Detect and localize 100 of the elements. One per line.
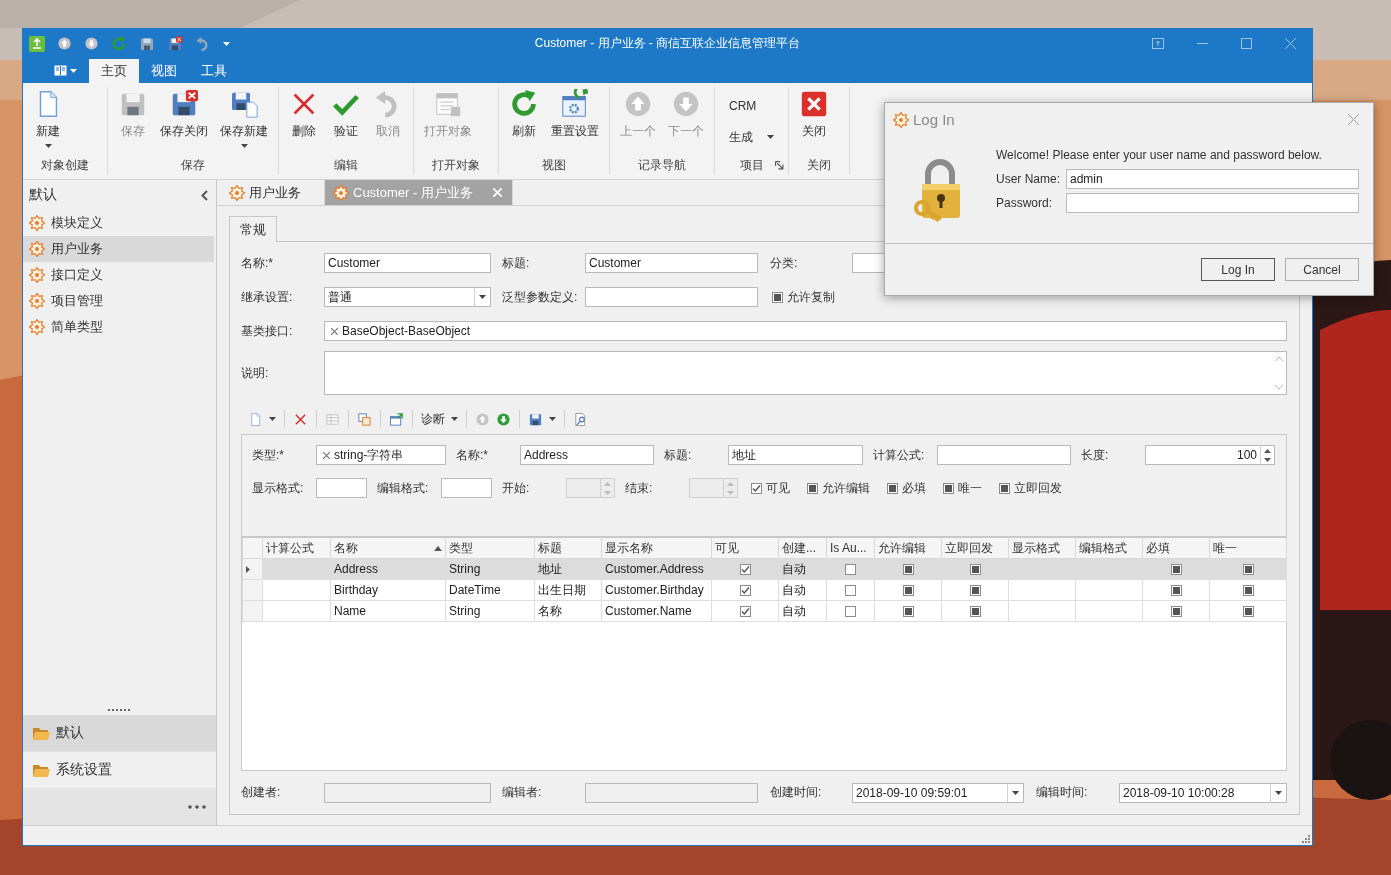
ribbon-button[interactable]: 生成 — [725, 126, 778, 148]
toolbar-button[interactable] — [389, 411, 404, 427]
checkbox[interactable] — [845, 605, 856, 617]
ribbon-button[interactable]: 刷新 — [503, 87, 545, 157]
checkbox[interactable] — [751, 482, 762, 494]
column-header[interactable]: 名称 — [330, 537, 446, 559]
ribbon-button[interactable]: 重置设置 — [545, 87, 605, 157]
column-header[interactable]: 允许编辑 — [874, 537, 942, 559]
checkbox[interactable] — [999, 482, 1010, 494]
base-interface-field[interactable]: BaseObject-BaseObject — [324, 321, 1287, 341]
text-field[interactable] — [585, 287, 758, 307]
ribbon-button[interactable]: CRM — [725, 96, 778, 115]
sidebar-item[interactable]: 模块定义 — [23, 210, 214, 236]
checkbox[interactable] — [902, 584, 914, 596]
spin-up-icon[interactable] — [1264, 448, 1271, 453]
column-header[interactable]: 必填 — [1142, 537, 1210, 559]
checkbox[interactable] — [845, 563, 856, 575]
ribbon-button[interactable]: 验证 — [325, 87, 367, 157]
collapse-icon[interactable] — [201, 189, 208, 201]
column-header[interactable]: 可见 — [711, 537, 779, 559]
sidebar-item[interactable]: 简单类型 — [23, 314, 214, 340]
checkbox[interactable] — [887, 482, 898, 494]
close-icon[interactable] — [1348, 114, 1359, 125]
caret-icon[interactable] — [223, 41, 230, 46]
checkbox[interactable] — [739, 563, 751, 575]
checkbox[interactable] — [902, 605, 914, 617]
checkbox[interactable] — [1242, 563, 1254, 575]
column-header[interactable]: 创建... — [778, 537, 827, 559]
caret-icon[interactable] — [1275, 790, 1282, 795]
checkbox[interactable] — [739, 584, 751, 596]
remove-icon[interactable] — [331, 327, 338, 335]
more-icon[interactable] — [188, 805, 206, 809]
caret-icon[interactable] — [1012, 790, 1019, 795]
dialog-button[interactable]: Log In — [1201, 258, 1275, 281]
checkbox[interactable] — [1170, 605, 1182, 617]
row-selector[interactable] — [242, 558, 263, 580]
dialog-button[interactable]: Cancel — [1285, 258, 1359, 281]
page-tab[interactable]: 常规 — [229, 216, 277, 242]
ribbon-button[interactable]: 关闭 — [793, 87, 835, 157]
navigation-group[interactable]: 默认 — [23, 715, 216, 752]
ribbon-tab[interactable]: 工具 — [189, 59, 239, 83]
dropdown-field[interactable]: 普通 — [324, 287, 491, 307]
checkbox[interactable] — [807, 482, 818, 494]
number-field[interactable]: 100 — [1145, 445, 1275, 465]
ribbon-tab[interactable]: 主页 — [89, 59, 139, 83]
caret-icon[interactable] — [44, 144, 52, 148]
caret-icon[interactable] — [479, 295, 486, 299]
checkbox[interactable] — [772, 291, 783, 303]
checkbox[interactable] — [845, 584, 856, 596]
ribbon-button[interactable]: 保存新建 — [214, 87, 274, 157]
checkbox[interactable] — [969, 584, 981, 596]
type-field[interactable]: string-字符串 — [316, 445, 446, 465]
caret-icon[interactable] — [240, 144, 248, 148]
column-header[interactable]: Is Au... — [826, 537, 875, 559]
text-field[interactable]: 地址 — [728, 445, 863, 465]
text-field[interactable] — [937, 445, 1071, 465]
resize-grip-icon[interactable] — [1302, 835, 1310, 843]
minimize-icon[interactable] — [1197, 42, 1208, 45]
checkbox[interactable] — [1170, 584, 1182, 596]
checkbox[interactable] — [969, 605, 981, 617]
checkbox[interactable] — [739, 605, 751, 617]
text-field[interactable]: admin — [1066, 169, 1359, 189]
checkbox[interactable] — [969, 563, 981, 575]
sidebar-item[interactable]: 用户业务 — [23, 236, 214, 262]
remove-icon[interactable] — [323, 451, 330, 459]
diagnose-menu[interactable]: 诊断 — [421, 410, 458, 428]
spin-down-icon[interactable] — [1264, 457, 1271, 462]
maximize-icon[interactable] — [1241, 38, 1252, 49]
dialog-launcher-icon[interactable] — [775, 161, 784, 170]
column-header[interactable]: 编辑格式 — [1075, 537, 1143, 559]
column-header[interactable]: 类型 — [445, 537, 535, 559]
checkbox[interactable] — [902, 563, 914, 575]
checkbox[interactable] — [1170, 563, 1182, 575]
text-field[interactable]: Customer — [585, 253, 758, 273]
checkbox[interactable] — [1242, 605, 1254, 617]
toolbar-button[interactable] — [248, 411, 276, 427]
checkbox[interactable] — [1242, 584, 1254, 596]
text-field[interactable] — [1066, 193, 1359, 213]
sidebar-item[interactable]: 接口定义 — [23, 262, 214, 288]
date-field[interactable]: 2018-09-10 09:59:01 — [852, 782, 1024, 803]
sidebar-item[interactable]: 项目管理 — [23, 288, 214, 314]
ribbon-button[interactable]: 删除 — [283, 87, 325, 157]
column-header[interactable]: 显示名称 — [601, 537, 712, 559]
column-header[interactable]: 唯一 — [1209, 537, 1287, 559]
ribbon-button[interactable]: 新建 — [27, 87, 69, 157]
toolbar-button[interactable] — [573, 411, 588, 427]
app-icon[interactable] — [29, 35, 45, 52]
checkbox[interactable] — [943, 482, 954, 494]
column-header[interactable]: 显示格式 — [1008, 537, 1076, 559]
date-field[interactable]: 2018-09-10 10:00:28 — [1119, 782, 1287, 803]
toolbar-button[interactable] — [496, 411, 511, 427]
text-field[interactable]: Address — [520, 445, 654, 465]
column-header[interactable]: 标题 — [534, 537, 602, 559]
column-header[interactable]: 立即回发 — [941, 537, 1009, 559]
caret-icon[interactable] — [767, 135, 774, 139]
ribbon-button[interactable]: 保存关闭 — [154, 87, 214, 157]
ribbon-toggle-icon[interactable] — [1152, 38, 1164, 49]
floppy-disk-cross-icon[interactable] — [167, 35, 183, 52]
text-field[interactable] — [441, 478, 492, 498]
ribbon-tab[interactable]: 视图 — [139, 59, 189, 83]
